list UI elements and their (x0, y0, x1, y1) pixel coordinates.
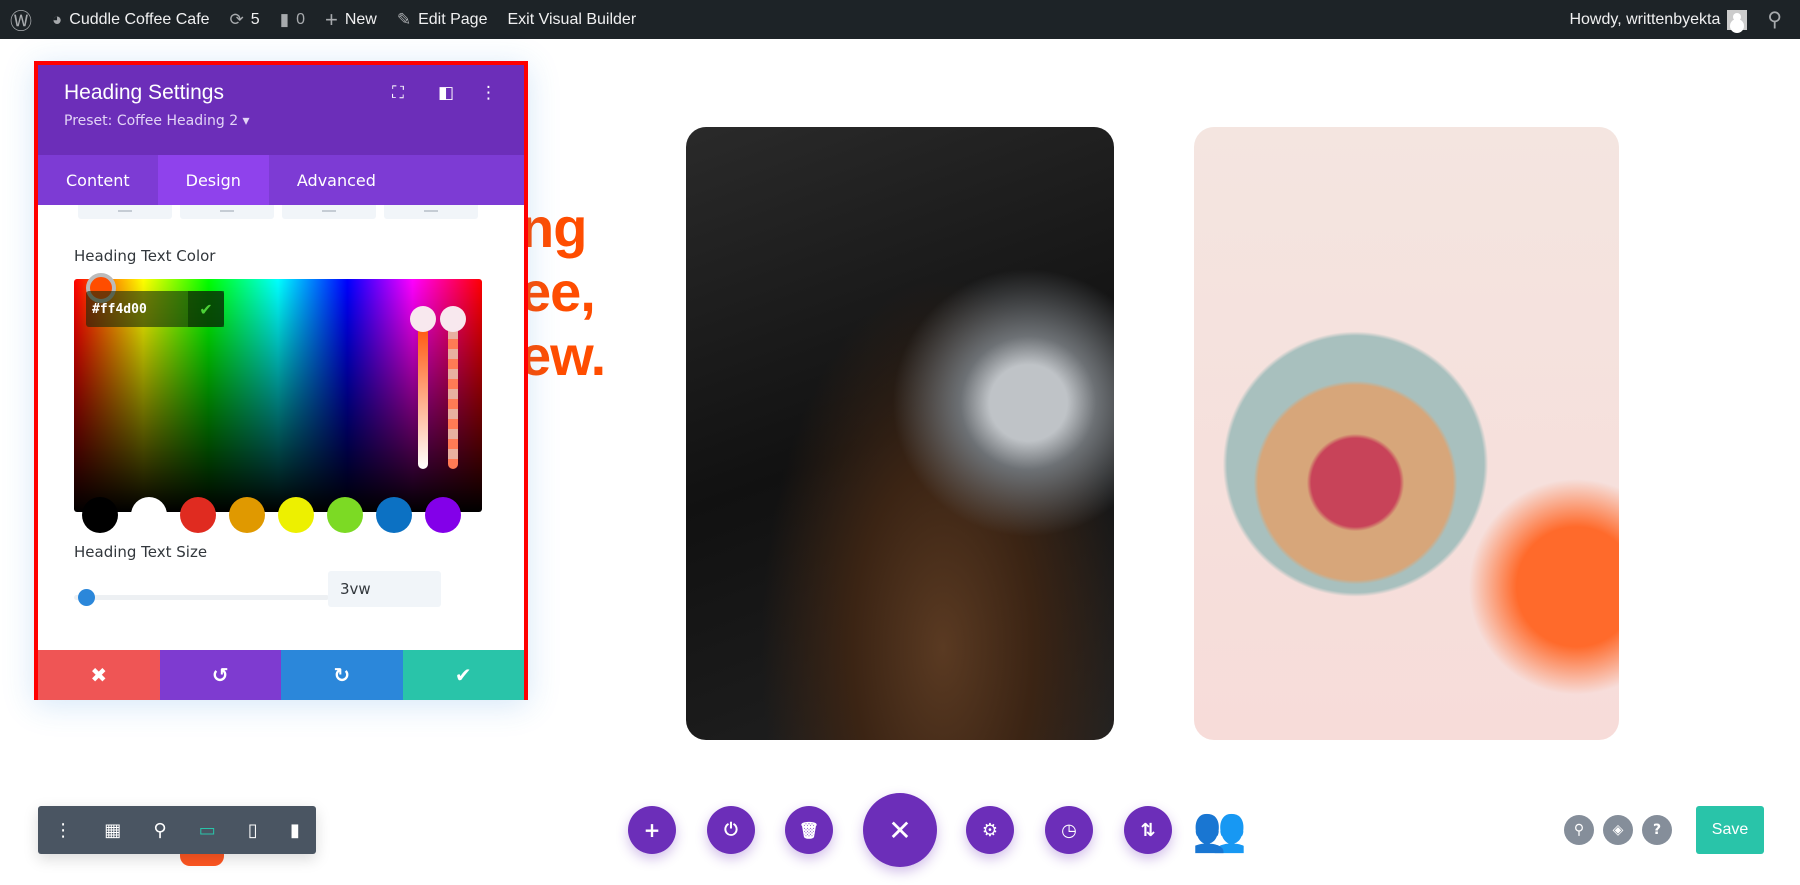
save-changes-button[interactable]: ✔ (402, 650, 524, 700)
desktop-icon[interactable]: ▭ (199, 820, 216, 841)
hue-slider[interactable] (418, 319, 428, 469)
account-menu[interactable]: Howdy, writtenbyekta (1559, 0, 1757, 39)
hex-value: #ff4d00 (92, 301, 147, 317)
text-size-label: Heading Text Size (74, 543, 208, 561)
pencil-icon: ✎ (396, 9, 412, 29)
cancel-button[interactable]: ✖ (38, 650, 160, 700)
option-box[interactable] (78, 205, 172, 219)
avatar (1727, 9, 1748, 30)
swatch[interactable] (425, 497, 461, 533)
coffee-grinder-image[interactable] (686, 127, 1114, 740)
heading-line: ee, (520, 260, 596, 323)
color-swatches (82, 497, 461, 533)
edit-page-link[interactable]: ✎ Edit Page (387, 0, 498, 39)
exit-visual-builder-link[interactable]: Exit Visual Builder (497, 0, 646, 39)
tab-design[interactable]: Design (157, 155, 269, 205)
comments-link[interactable]: ▮ 0 (270, 0, 315, 39)
tab-content[interactable]: Content (38, 155, 158, 205)
close-settings-button[interactable]: ✕ (863, 793, 937, 867)
swatch[interactable] (229, 497, 265, 533)
page-settings-button[interactable]: ⚙ (966, 806, 1014, 854)
history-button[interactable]: ◷ (1045, 806, 1093, 854)
page-heading[interactable]: ng ee, ew. (520, 196, 606, 388)
text-size-input[interactable] (328, 571, 441, 607)
sort-button[interactable]: ⇅ (1124, 806, 1172, 854)
panel-header[interactable]: Heading Settings Preset: Coffee Heading … (38, 65, 524, 155)
opacity-slider-handle[interactable] (440, 306, 466, 332)
swatch[interactable] (180, 497, 216, 533)
new-label: New (344, 10, 377, 28)
phone-icon[interactable]: ▮ (290, 820, 300, 841)
site-name-link[interactable]: ◕ Cuddle Coffee Cafe (42, 0, 220, 39)
hex-input[interactable]: #ff4d00 ✔ (86, 291, 224, 327)
toast-jam-image[interactable] (1194, 127, 1619, 740)
swatch[interactable] (131, 497, 167, 533)
view-mode-toolbar: ⋮ ▦ ⚲ ▭ ▯ ▮ (38, 806, 316, 854)
text-size-slider-handle[interactable] (78, 589, 95, 606)
more-options-icon[interactable]: ⋮ (54, 820, 72, 841)
new-content-link[interactable]: + New (315, 0, 387, 39)
redo-button[interactable]: ↻ (281, 650, 403, 700)
dashboard-icon: ◕ (52, 9, 63, 29)
tablet-icon[interactable]: ▯ (248, 820, 258, 841)
clear-layout-button[interactable]: 🗑 (785, 806, 833, 854)
swatch[interactable] (82, 497, 118, 533)
text-size-slider[interactable] (74, 595, 329, 600)
admin-search-button[interactable]: ⚲ (1757, 0, 1800, 39)
exit-builder-label: Exit Visual Builder (507, 10, 637, 28)
option-box[interactable] (282, 205, 376, 219)
site-name: Cuddle Coffee Cafe (69, 10, 210, 28)
comment-icon: ▮ (279, 9, 290, 29)
heading-settings-panel: Heading Settings Preset: Coffee Heading … (34, 61, 528, 700)
swatch[interactable] (327, 497, 363, 533)
plus-icon: + (324, 6, 338, 32)
zoom-icon[interactable]: ⚲ (153, 820, 166, 841)
panel-footer: ✖ ↺ ↻ ✔ (38, 650, 524, 700)
tab-advanced[interactable]: Advanced (269, 155, 404, 205)
wp-admin-bar: Ⓦ ◕ Cuddle Coffee Cafe ⟳ 5 ▮ 0 + New ✎ Edit P… (0, 0, 1800, 39)
save-button[interactable]: Save (1696, 806, 1764, 854)
add-button[interactable]: + (628, 806, 676, 854)
wordpress-icon: Ⓦ (10, 8, 33, 34)
color-picker-area[interactable]: #ff4d00 ✔ (74, 273, 482, 512)
help-button[interactable]: ? (1642, 815, 1672, 845)
portability-button[interactable]: ⏻ (707, 806, 755, 854)
edit-page-label: Edit Page (418, 10, 488, 28)
panel-tabs: Content Design Advanced (38, 155, 524, 205)
swatch[interactable] (376, 497, 412, 533)
updates-icon: ⟳ (229, 9, 244, 29)
comments-count: 0 (296, 10, 305, 28)
text-color-label: Heading Text Color (74, 247, 216, 265)
more-options-icon[interactable]: ⋮ (480, 83, 497, 103)
panel-title: Heading Settings (64, 81, 224, 104)
search-icon[interactable]: ⚲ (1564, 815, 1594, 845)
option-box[interactable] (384, 205, 478, 219)
search-icon: ⚲ (1767, 9, 1782, 31)
swatch[interactable] (278, 497, 314, 533)
fullscreen-icon[interactable]: ⛶ (392, 83, 404, 103)
option-box[interactable] (180, 205, 274, 219)
hue-slider-handle[interactable] (410, 306, 436, 332)
preset-selector[interactable]: Preset: Coffee Heading 2 ▾ (64, 113, 524, 129)
heading-line: ng (520, 196, 587, 259)
check-icon[interactable]: ✔ (188, 291, 224, 327)
undo-button[interactable]: ↺ (159, 650, 281, 700)
layers-icon[interactable]: ◈ (1603, 815, 1633, 845)
panel-body: Heading Text Color #ff4d00 ✔ Heading Tex… (38, 205, 524, 650)
wordpress-logo-button[interactable]: Ⓦ (0, 0, 42, 39)
updates-link[interactable]: ⟳ 5 (220, 0, 270, 39)
people-icon: 👥 (1192, 804, 1247, 855)
wireframe-icon[interactable]: ▦ (104, 820, 121, 841)
updates-count: 5 (250, 10, 260, 28)
split-view-icon[interactable]: ◧ (438, 83, 454, 103)
opacity-slider[interactable] (448, 319, 458, 469)
greeting: Howdy, writtenbyekta (1569, 10, 1721, 28)
heading-line: ew. (520, 324, 606, 387)
